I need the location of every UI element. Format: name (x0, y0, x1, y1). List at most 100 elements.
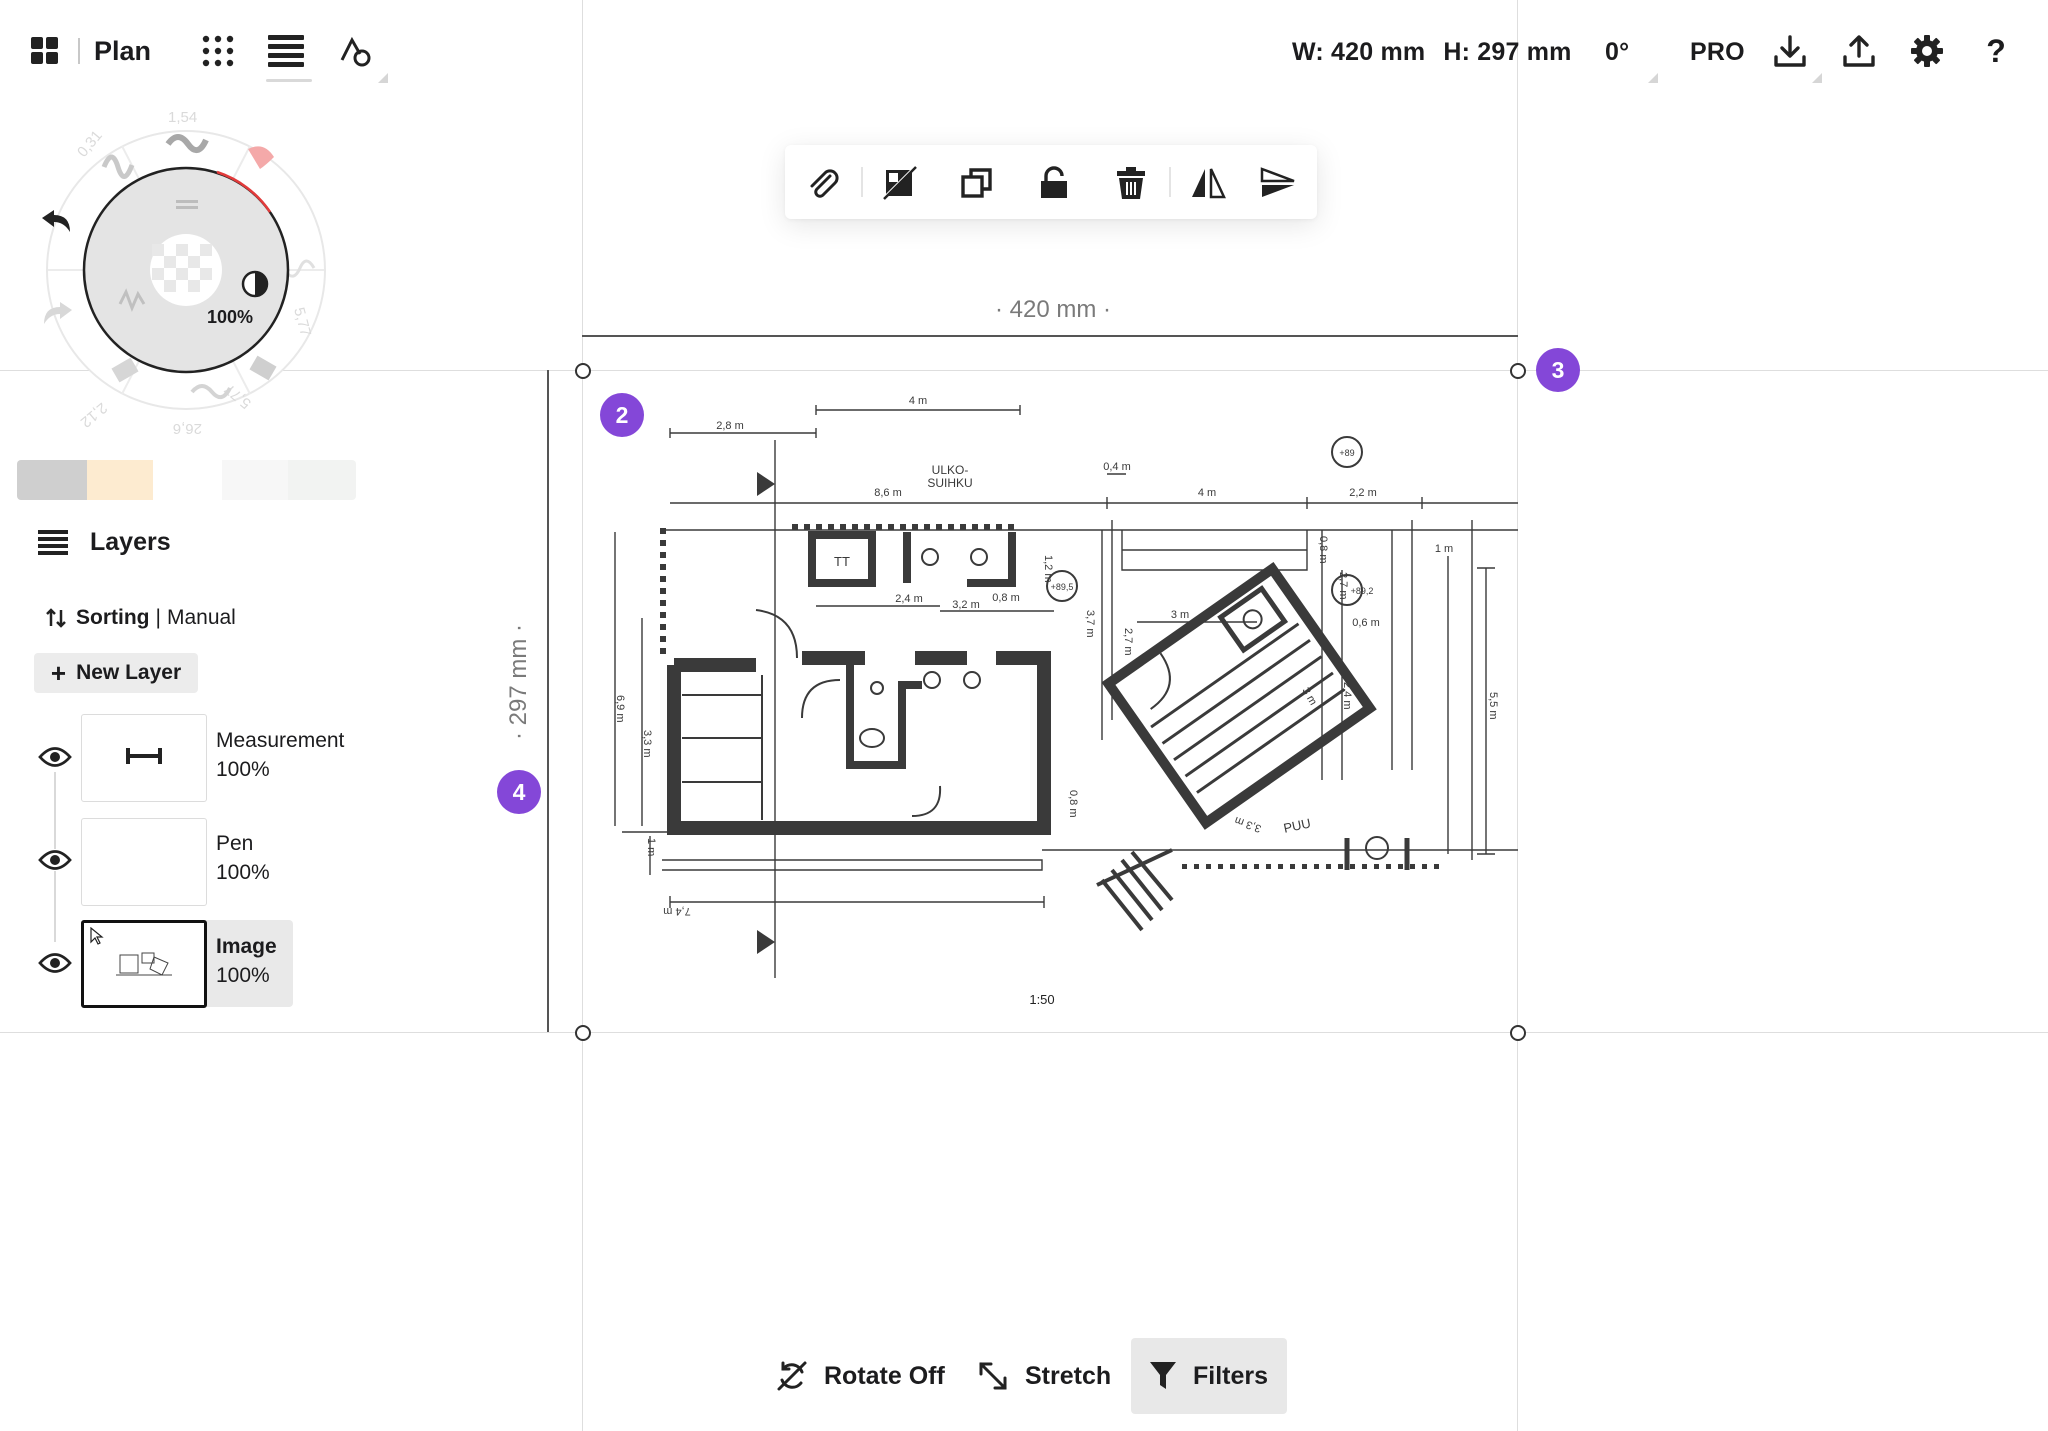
filters-button[interactable]: Filters (1149, 1338, 1268, 1414)
redo-icon[interactable] (40, 300, 74, 330)
floor-plan-image[interactable]: 2,8 m 4 m 8,6 m 0,4 m 4 m 2,2 m 1 m 2,4 … (582, 370, 1602, 1032)
upload-icon[interactable] (1836, 28, 1882, 74)
width-dimension-line (582, 335, 1518, 337)
paperclip-icon[interactable] (800, 160, 846, 206)
stretch-icon (977, 1360, 1009, 1392)
toolbar-separator (861, 167, 863, 197)
no-fill-icon[interactable] (877, 160, 923, 206)
plan-label: 1,2 m (1042, 555, 1054, 583)
annotation-badge: 3 (1536, 348, 1580, 392)
layer-item[interactable]: Measurement 100% (216, 726, 344, 784)
sorting-label: Sorting (76, 606, 150, 629)
image-thumbnail-preview (116, 952, 172, 976)
layer-item[interactable]: Image 100% (216, 932, 277, 990)
pro-button[interactable]: PRO (1690, 30, 1745, 74)
lock-icon[interactable] (1031, 160, 1077, 206)
height-dimension-line (547, 370, 549, 1032)
color-swatch[interactable] (222, 460, 288, 500)
layer-thumbnail[interactable] (81, 818, 207, 906)
plan-label: 2,4 m (1341, 682, 1353, 710)
resize-handle-top-right[interactable] (1510, 363, 1526, 379)
gear-icon[interactable] (1904, 28, 1950, 74)
document-size[interactable]: W: 420 mm H: 297 mm (1292, 30, 1572, 74)
width-dimension: · 420 mm · (995, 296, 1112, 323)
brush-wheel[interactable]: 0,31 1,54 5,77 5,77 26,6 2,12 (42, 94, 362, 440)
scale-label: 1:50 (1029, 992, 1054, 1007)
color-swatch[interactable] (87, 460, 153, 500)
plus-icon: + (50, 658, 67, 688)
guide-line (0, 1032, 2048, 1033)
plan-label: 2,7 m (1337, 572, 1349, 600)
layer-opacity: 100% (216, 861, 270, 884)
plan-label: +89 (1339, 448, 1354, 458)
plan-label: 2,8 m (716, 420, 744, 432)
resize-handle-bottom-right[interactable] (1510, 1025, 1526, 1041)
grid-icon[interactable] (30, 36, 60, 66)
svg-text:26,6: 26,6 (173, 420, 202, 437)
plan-label: +89,2 (1351, 586, 1374, 596)
color-swatch[interactable] (288, 460, 356, 500)
plan-label: 3,7 m (1084, 610, 1096, 638)
svg-text:2,12: 2,12 (77, 399, 110, 431)
width-value: W: 420 mm (1292, 37, 1426, 66)
plan-label: 0,8 m (992, 592, 1020, 604)
help-icon[interactable]: ? (1973, 28, 2019, 74)
resize-handle-top-left[interactable] (575, 363, 591, 379)
plan-label: 1 m (645, 838, 657, 856)
duplicate-icon[interactable] (954, 160, 1000, 206)
layer-opacity: 100% (216, 964, 270, 987)
cursor-icon (90, 926, 104, 945)
layer-thumbnail[interactable] (81, 714, 207, 802)
shapes-icon[interactable] (332, 28, 378, 74)
object-toolbar (785, 145, 1317, 219)
corner-marker (1648, 73, 1658, 83)
flip-horizontal-icon[interactable] (1185, 160, 1231, 206)
plan-label: 0,6 m (1352, 617, 1380, 629)
plan-label: 4 m (909, 395, 927, 407)
corner-marker (1812, 73, 1822, 83)
resize-handle-bottom-left[interactable] (575, 1025, 591, 1041)
annotation-badge: 2 (600, 393, 644, 437)
plan-label: 4 m (1198, 487, 1216, 499)
dots-grid-icon[interactable] (195, 28, 241, 74)
plan-label: 1 m (1435, 543, 1453, 555)
filter-icon (1149, 1361, 1177, 1391)
color-swatch[interactable] (17, 460, 87, 500)
layer-item[interactable]: Pen 100% (216, 829, 270, 887)
svg-text:0,31: 0,31 (74, 127, 106, 160)
plan-label: 3,2 m (952, 599, 980, 611)
plan-label: 5,5 m (1487, 692, 1499, 720)
new-layer-button[interactable]: + New Layer (34, 653, 198, 693)
plan-label: 2,7 m (1122, 628, 1134, 656)
plan-label: 0,8 m (1067, 790, 1079, 818)
eye-icon[interactable] (38, 952, 72, 974)
layers-icon[interactable] (263, 28, 312, 82)
eye-icon[interactable] (38, 849, 72, 871)
rotation-value[interactable]: 0° (1605, 30, 1629, 74)
trash-icon[interactable] (1108, 160, 1154, 206)
plan-label: TT (834, 554, 850, 569)
plan-label: SUIHKU (927, 476, 972, 490)
sorting-value: Manual (166, 606, 236, 629)
flip-vertical-icon[interactable] (1255, 160, 1301, 206)
height-dimension: · 297 mm · (505, 623, 532, 740)
sorting-control[interactable]: Sorting | Manual (46, 606, 236, 630)
annotation-badge: 4 (497, 770, 541, 814)
corner-marker (378, 73, 388, 83)
undo-icon[interactable] (40, 208, 74, 238)
layer-name: Pen (216, 832, 254, 855)
toolbar-separator (1169, 167, 1171, 197)
plan-label: +89,5 (1051, 582, 1074, 592)
plan-label: 3 m (1299, 686, 1319, 708)
svg-text:1,54: 1,54 (168, 109, 197, 126)
plan-label: 3,3 m (641, 730, 653, 758)
eye-icon[interactable] (38, 746, 72, 768)
rotate-off-button[interactable]: Rotate Off (776, 1338, 945, 1414)
brush-opacity: 100% (207, 307, 254, 327)
app-header: Plan (30, 28, 151, 74)
stretch-button[interactable]: Stretch (977, 1338, 1111, 1414)
layer-opacity: 100% (216, 758, 270, 781)
layer-name: Measurement (216, 729, 345, 752)
layers-icon (38, 529, 68, 556)
download-icon[interactable] (1767, 28, 1813, 74)
